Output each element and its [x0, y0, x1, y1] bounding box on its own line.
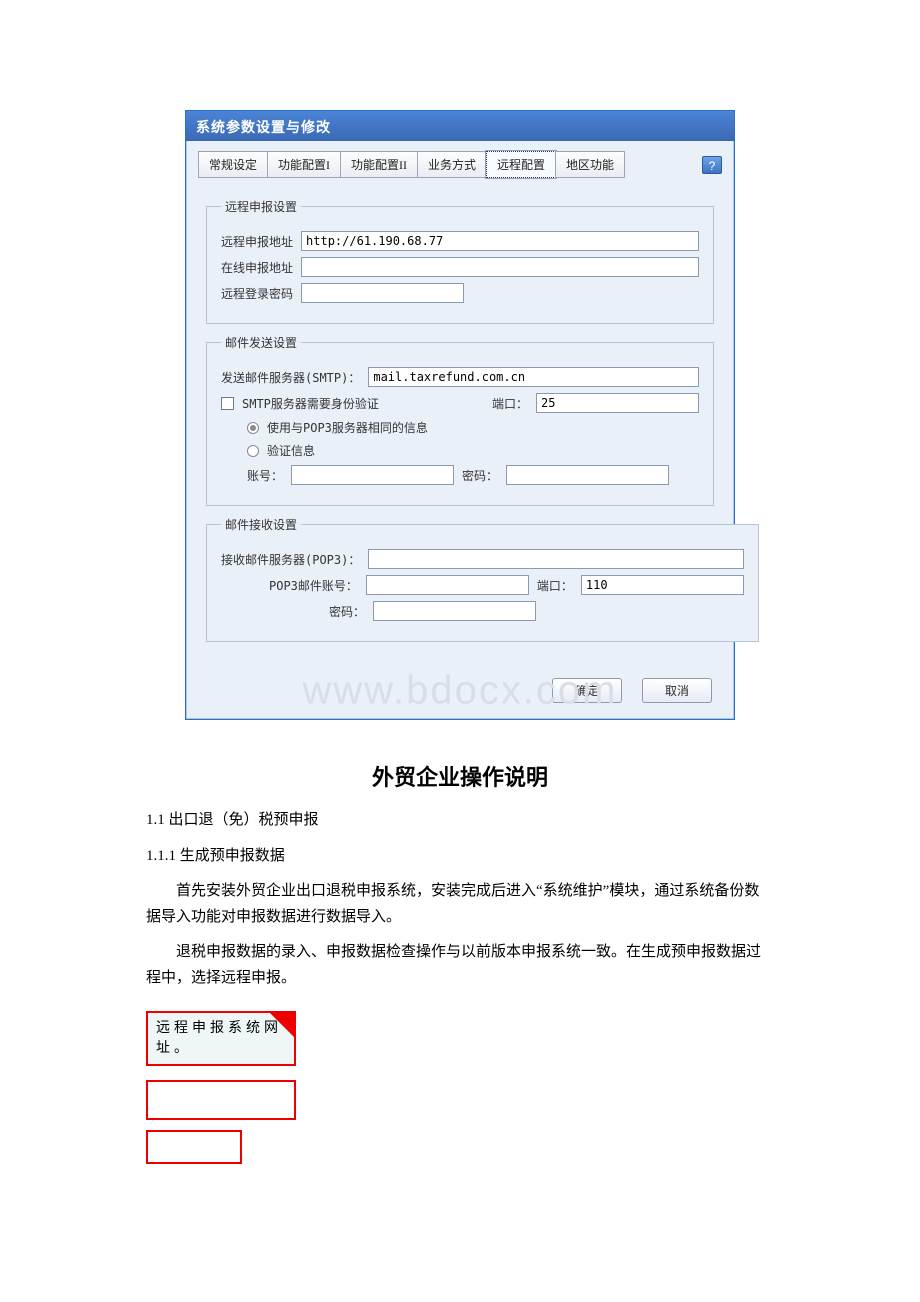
smtp-server-input[interactable]	[368, 367, 699, 387]
callout-flag-icon	[268, 1011, 296, 1039]
remote-addr-label: 远程申报地址	[221, 233, 293, 250]
ok-button[interactable]: 确定	[552, 678, 622, 703]
pop3-port-label: 端口：	[537, 577, 573, 594]
remote-pw-input[interactable]	[301, 283, 464, 303]
pop3-acct-input[interactable]	[366, 575, 529, 595]
online-addr-input[interactable]	[301, 257, 699, 277]
cancel-button[interactable]: 取消	[642, 678, 712, 703]
settings-dialog: 系统参数设置与修改 常规设定 功能配置I 功能配置II 业务方式 远程配置 地区…	[185, 110, 735, 720]
tab-func1[interactable]: 功能配置I	[267, 151, 341, 178]
smtp-port-input[interactable]	[536, 393, 699, 413]
pop3-pwd-label: 密码：	[329, 603, 365, 620]
dialog-title: 系统参数设置与修改	[186, 111, 734, 141]
remote-addr-input[interactable]	[301, 231, 699, 251]
smtp-legend: 邮件发送设置	[221, 334, 301, 351]
tab-region[interactable]: 地区功能	[555, 151, 625, 178]
tab-strip: 常规设定 功能配置I 功能配置II 业务方式 远程配置 地区功能 ?	[186, 141, 734, 178]
smtp-acct-input[interactable]	[291, 465, 454, 485]
pop3-acct-label: POP3邮件账号：	[269, 577, 358, 594]
pop3-server-input[interactable]	[368, 549, 744, 569]
remote-legend: 远程申报设置	[221, 198, 301, 215]
tab-biz[interactable]: 业务方式	[417, 151, 487, 178]
smtp-pwd-label: 密码：	[462, 467, 498, 484]
smtp-opt-pop3same-label: 使用与POP3服务器相同的信息	[267, 419, 428, 436]
help-button[interactable]: ?	[702, 156, 722, 174]
pop3-legend: 邮件接收设置	[221, 516, 301, 533]
callout-box-3	[146, 1130, 242, 1164]
smtp-server-label: 发送邮件服务器(SMTP)：	[221, 369, 360, 386]
panel-body: 远程申报设置 远程申报地址 在线申报地址 远程登录密码 邮件发送设置 发送邮件服…	[186, 178, 734, 662]
callout-box-2	[146, 1080, 296, 1120]
smtp-fieldset: 邮件发送设置 发送邮件服务器(SMTP)： SMTP服务器需要身份验证 端口： …	[206, 334, 714, 506]
smtp-auth-label: SMTP服务器需要身份验证	[242, 395, 379, 412]
pop3-port-input[interactable]	[581, 575, 744, 595]
remote-fieldset: 远程申报设置 远程申报地址 在线申报地址 远程登录密码	[206, 198, 714, 324]
smtp-opt-auth-radio[interactable]	[247, 445, 259, 457]
smtp-acct-label: 账号：	[247, 467, 283, 484]
smtp-opt-auth-label: 验证信息	[267, 442, 315, 459]
tab-func2[interactable]: 功能配置II	[340, 151, 418, 178]
doc-para1: 首先安装外贸企业出口退税申报系统，安装完成后进入“系统维护”模块，通过系统备份数…	[146, 879, 774, 930]
callout-remote-url: 远程申报系统网址。	[146, 1011, 296, 1066]
callout-text: 远程申报系统网址。	[156, 1021, 282, 1056]
callouts: 远程申报系统网址。	[146, 1011, 780, 1164]
tab-remote[interactable]: 远程配置	[486, 151, 556, 178]
pop3-server-label: 接收邮件服务器(POP3)：	[221, 551, 360, 568]
remote-pw-label: 远程登录密码	[221, 285, 293, 302]
doc-sec2: 1.1.1 生成预申报数据	[146, 844, 774, 870]
smtp-opt-pop3same-radio[interactable]	[247, 422, 259, 434]
smtp-port-label: 端口：	[492, 395, 528, 412]
tab-general[interactable]: 常规设定	[198, 151, 268, 178]
pop3-fieldset: 邮件接收设置 接收邮件服务器(POP3)： POP3邮件账号： 端口： 密码：	[206, 516, 759, 642]
smtp-auth-checkbox[interactable]	[221, 397, 234, 410]
doc-para2: 退税申报数据的录入、申报数据检查操作与以前版本申报系统一致。在生成预申报数据过程…	[146, 940, 774, 991]
button-row: www.bdocx.com 确定 取消	[186, 662, 734, 719]
smtp-pwd-input[interactable]	[506, 465, 669, 485]
doc-heading: 外贸企业操作说明	[140, 760, 780, 792]
doc-sec1: 1.1 出口退（免）税预申报	[146, 808, 774, 834]
pop3-pwd-input[interactable]	[373, 601, 536, 621]
online-addr-label: 在线申报地址	[221, 259, 293, 276]
